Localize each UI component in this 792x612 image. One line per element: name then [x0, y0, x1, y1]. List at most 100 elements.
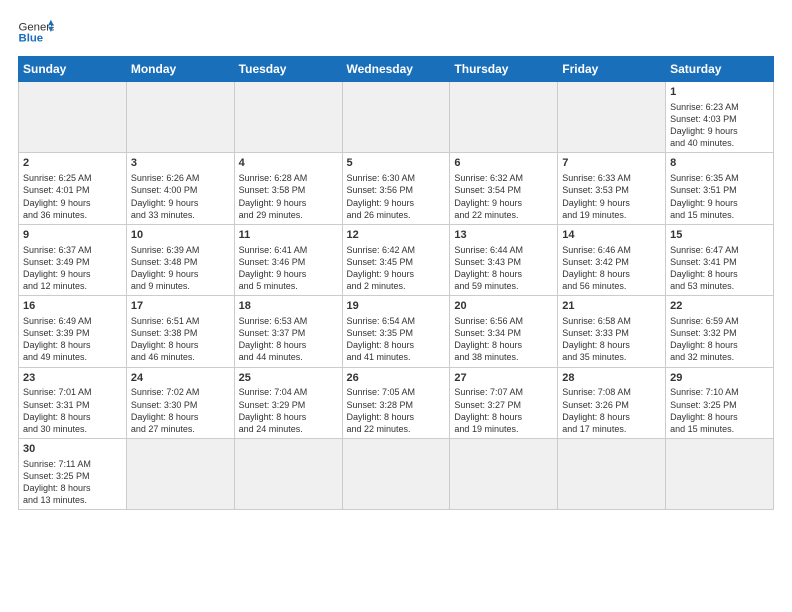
day-number: 30 [23, 442, 122, 457]
day-number: 7 [562, 156, 661, 171]
calendar-cell: 1Sunrise: 6:23 AM Sunset: 4:03 PM Daylig… [666, 82, 774, 153]
weekday-header-saturday: Saturday [666, 57, 774, 82]
day-number: 2 [23, 156, 122, 171]
day-info: Sunrise: 6:26 AM Sunset: 4:00 PM Dayligh… [131, 172, 230, 221]
calendar-cell [666, 439, 774, 510]
calendar-cell: 15Sunrise: 6:47 AM Sunset: 3:41 PM Dayli… [666, 224, 774, 295]
calendar-cell [558, 82, 666, 153]
day-info: Sunrise: 6:44 AM Sunset: 3:43 PM Dayligh… [454, 244, 553, 293]
calendar-week-1: 1Sunrise: 6:23 AM Sunset: 4:03 PM Daylig… [19, 82, 774, 153]
day-number: 22 [670, 299, 769, 314]
calendar-cell: 26Sunrise: 7:05 AM Sunset: 3:28 PM Dayli… [342, 367, 450, 438]
svg-text:Blue: Blue [19, 33, 44, 45]
day-info: Sunrise: 6:56 AM Sunset: 3:34 PM Dayligh… [454, 315, 553, 364]
calendar-cell: 22Sunrise: 6:59 AM Sunset: 3:32 PM Dayli… [666, 296, 774, 367]
calendar-cell: 13Sunrise: 6:44 AM Sunset: 3:43 PM Dayli… [450, 224, 558, 295]
day-info: Sunrise: 6:49 AM Sunset: 3:39 PM Dayligh… [23, 315, 122, 364]
calendar-cell: 10Sunrise: 6:39 AM Sunset: 3:48 PM Dayli… [126, 224, 234, 295]
day-number: 9 [23, 228, 122, 243]
day-number: 29 [670, 371, 769, 386]
calendar-cell: 18Sunrise: 6:53 AM Sunset: 3:37 PM Dayli… [234, 296, 342, 367]
weekday-header-thursday: Thursday [450, 57, 558, 82]
day-number: 19 [347, 299, 446, 314]
day-number: 12 [347, 228, 446, 243]
calendar-cell: 9Sunrise: 6:37 AM Sunset: 3:49 PM Daylig… [19, 224, 127, 295]
calendar-cell: 21Sunrise: 6:58 AM Sunset: 3:33 PM Dayli… [558, 296, 666, 367]
calendar-week-3: 9Sunrise: 6:37 AM Sunset: 3:49 PM Daylig… [19, 224, 774, 295]
day-number: 25 [239, 371, 338, 386]
calendar-cell: 23Sunrise: 7:01 AM Sunset: 3:31 PM Dayli… [19, 367, 127, 438]
calendar-cell: 27Sunrise: 7:07 AM Sunset: 3:27 PM Dayli… [450, 367, 558, 438]
calendar-table: SundayMondayTuesdayWednesdayThursdayFrid… [18, 56, 774, 510]
logo: General Blue [18, 18, 54, 46]
day-info: Sunrise: 7:10 AM Sunset: 3:25 PM Dayligh… [670, 386, 769, 435]
calendar-cell: 20Sunrise: 6:56 AM Sunset: 3:34 PM Dayli… [450, 296, 558, 367]
day-info: Sunrise: 6:54 AM Sunset: 3:35 PM Dayligh… [347, 315, 446, 364]
calendar-cell: 14Sunrise: 6:46 AM Sunset: 3:42 PM Dayli… [558, 224, 666, 295]
calendar-cell: 4Sunrise: 6:28 AM Sunset: 3:58 PM Daylig… [234, 153, 342, 224]
day-number: 24 [131, 371, 230, 386]
day-info: Sunrise: 6:25 AM Sunset: 4:01 PM Dayligh… [23, 172, 122, 221]
calendar-cell [234, 439, 342, 510]
calendar-cell: 16Sunrise: 6:49 AM Sunset: 3:39 PM Dayli… [19, 296, 127, 367]
calendar-cell: 28Sunrise: 7:08 AM Sunset: 3:26 PM Dayli… [558, 367, 666, 438]
calendar-cell [450, 439, 558, 510]
calendar-cell: 17Sunrise: 6:51 AM Sunset: 3:38 PM Dayli… [126, 296, 234, 367]
day-number: 14 [562, 228, 661, 243]
day-number: 13 [454, 228, 553, 243]
calendar-week-4: 16Sunrise: 6:49 AM Sunset: 3:39 PM Dayli… [19, 296, 774, 367]
calendar-cell: 24Sunrise: 7:02 AM Sunset: 3:30 PM Dayli… [126, 367, 234, 438]
day-info: Sunrise: 6:59 AM Sunset: 3:32 PM Dayligh… [670, 315, 769, 364]
calendar-week-5: 23Sunrise: 7:01 AM Sunset: 3:31 PM Dayli… [19, 367, 774, 438]
day-number: 10 [131, 228, 230, 243]
calendar-cell [558, 439, 666, 510]
calendar-cell: 19Sunrise: 6:54 AM Sunset: 3:35 PM Dayli… [342, 296, 450, 367]
day-info: Sunrise: 7:07 AM Sunset: 3:27 PM Dayligh… [454, 386, 553, 435]
calendar-cell: 25Sunrise: 7:04 AM Sunset: 3:29 PM Dayli… [234, 367, 342, 438]
calendar-cell [19, 82, 127, 153]
day-number: 21 [562, 299, 661, 314]
day-number: 6 [454, 156, 553, 171]
day-info: Sunrise: 6:53 AM Sunset: 3:37 PM Dayligh… [239, 315, 338, 364]
day-info: Sunrise: 7:01 AM Sunset: 3:31 PM Dayligh… [23, 386, 122, 435]
day-number: 17 [131, 299, 230, 314]
day-number: 27 [454, 371, 553, 386]
weekday-header-sunday: Sunday [19, 57, 127, 82]
calendar-cell: 29Sunrise: 7:10 AM Sunset: 3:25 PM Dayli… [666, 367, 774, 438]
day-number: 26 [347, 371, 446, 386]
weekday-header-wednesday: Wednesday [342, 57, 450, 82]
weekday-header-monday: Monday [126, 57, 234, 82]
day-number: 1 [670, 85, 769, 100]
day-number: 23 [23, 371, 122, 386]
day-info: Sunrise: 7:04 AM Sunset: 3:29 PM Dayligh… [239, 386, 338, 435]
calendar-cell [342, 439, 450, 510]
calendar-header-row: SundayMondayTuesdayWednesdayThursdayFrid… [19, 57, 774, 82]
calendar-cell [342, 82, 450, 153]
day-info: Sunrise: 6:23 AM Sunset: 4:03 PM Dayligh… [670, 101, 769, 150]
day-info: Sunrise: 7:11 AM Sunset: 3:25 PM Dayligh… [23, 458, 122, 507]
calendar-cell: 8Sunrise: 6:35 AM Sunset: 3:51 PM Daylig… [666, 153, 774, 224]
weekday-header-tuesday: Tuesday [234, 57, 342, 82]
day-info: Sunrise: 6:35 AM Sunset: 3:51 PM Dayligh… [670, 172, 769, 221]
day-info: Sunrise: 6:39 AM Sunset: 3:48 PM Dayligh… [131, 244, 230, 293]
day-info: Sunrise: 7:02 AM Sunset: 3:30 PM Dayligh… [131, 386, 230, 435]
day-info: Sunrise: 6:30 AM Sunset: 3:56 PM Dayligh… [347, 172, 446, 221]
calendar-cell: 2Sunrise: 6:25 AM Sunset: 4:01 PM Daylig… [19, 153, 127, 224]
day-number: 5 [347, 156, 446, 171]
day-info: Sunrise: 7:05 AM Sunset: 3:28 PM Dayligh… [347, 386, 446, 435]
calendar-cell: 30Sunrise: 7:11 AM Sunset: 3:25 PM Dayli… [19, 439, 127, 510]
day-info: Sunrise: 7:08 AM Sunset: 3:26 PM Dayligh… [562, 386, 661, 435]
day-info: Sunrise: 6:41 AM Sunset: 3:46 PM Dayligh… [239, 244, 338, 293]
day-info: Sunrise: 6:47 AM Sunset: 3:41 PM Dayligh… [670, 244, 769, 293]
calendar-cell: 5Sunrise: 6:30 AM Sunset: 3:56 PM Daylig… [342, 153, 450, 224]
day-info: Sunrise: 6:32 AM Sunset: 3:54 PM Dayligh… [454, 172, 553, 221]
calendar-cell [234, 82, 342, 153]
day-number: 15 [670, 228, 769, 243]
day-info: Sunrise: 6:28 AM Sunset: 3:58 PM Dayligh… [239, 172, 338, 221]
day-number: 28 [562, 371, 661, 386]
calendar-cell [126, 82, 234, 153]
day-number: 4 [239, 156, 338, 171]
day-info: Sunrise: 6:37 AM Sunset: 3:49 PM Dayligh… [23, 244, 122, 293]
calendar-cell [126, 439, 234, 510]
day-info: Sunrise: 6:33 AM Sunset: 3:53 PM Dayligh… [562, 172, 661, 221]
